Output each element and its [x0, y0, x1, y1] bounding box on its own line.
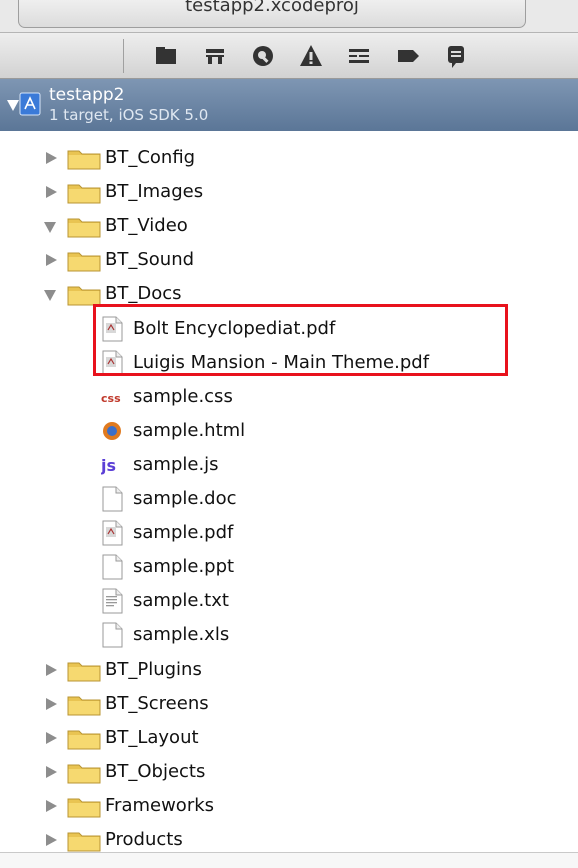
folder-row-bt-images[interactable]: BT_Images — [0, 175, 578, 209]
file-label: sample.pdf — [133, 522, 234, 544]
disclosure-triangle-icon[interactable] — [46, 663, 57, 676]
disclosure-triangle-icon[interactable] — [46, 152, 57, 164]
project-subtitle: 1 target, iOS SDK 5.0 — [49, 106, 209, 124]
file-label: sample.js — [133, 453, 219, 475]
folder-label: BT_Images — [105, 181, 204, 203]
file-row-sample-pdf[interactable]: sample.pdf — [0, 516, 578, 550]
file-row-sample-html[interactable]: sample.html — [0, 414, 578, 448]
file-row-sample-xls[interactable]: sample.xls — [0, 618, 578, 652]
disclosure-triangle-icon[interactable] — [44, 222, 56, 234]
xcode-project-icon — [19, 92, 41, 116]
folder-row-bt-video[interactable]: BT_Video — [0, 209, 578, 243]
breakpoint-navigator-icon[interactable] — [395, 43, 421, 69]
folder-label: BT_Config — [105, 147, 196, 168]
folder-icon — [67, 216, 101, 238]
folder-icon — [67, 762, 101, 784]
navigator-bottom-bar — [0, 852, 578, 868]
file-row-sample-js[interactable]: js sample.js — [0, 448, 578, 482]
folder-row-bt-config[interactable]: BT_Config — [0, 141, 578, 175]
folder-icon — [67, 250, 101, 272]
project-row[interactable]: testapp2 1 target, iOS SDK 5.0 — [0, 79, 578, 131]
file-label: sample.xls — [133, 624, 230, 646]
file-row-sample-css[interactable]: css sample.css — [0, 380, 578, 414]
search-navigator-icon[interactable] — [250, 43, 276, 69]
pdf-file-icon — [101, 520, 123, 546]
svg-text:js: js — [101, 456, 116, 475]
file-row-sample-ppt[interactable]: sample.ppt — [0, 550, 578, 584]
folder-icon — [67, 796, 101, 818]
js-file-icon: js — [100, 452, 123, 478]
disclosure-triangle-icon[interactable] — [46, 254, 57, 267]
file-row-sample-doc[interactable]: sample.doc — [0, 482, 578, 516]
file-row-sample-txt[interactable]: sample.txt — [0, 584, 578, 618]
folder-row-bt-objects[interactable]: BT_Objects — [0, 755, 578, 789]
html-file-icon — [101, 418, 123, 444]
svg-text:css: css — [101, 392, 121, 405]
folder-row-bt-sound[interactable]: BT_Sound — [0, 243, 578, 277]
css-file-icon: css — [101, 384, 123, 410]
disclosure-triangle-icon[interactable] — [44, 290, 56, 302]
debug-navigator-icon[interactable] — [346, 43, 372, 69]
disclosure-triangle-icon[interactable] — [46, 697, 57, 710]
folder-row-bt-plugins[interactable]: BT_Plugins — [0, 653, 578, 687]
disclosure-triangle-icon[interactable] — [46, 834, 57, 846]
window-title-bar: testapp2.xcodeproj — [0, 0, 578, 32]
folder-label: BT_Plugins — [105, 658, 202, 680]
disclosure-triangle-icon[interactable] — [7, 100, 19, 111]
file-label: sample.ppt — [133, 556, 235, 578]
folder-row-bt-layout[interactable]: BT_Layout — [0, 721, 578, 755]
folder-label: BT_Sound — [105, 249, 195, 271]
folder-icon — [67, 830, 101, 852]
log-navigator-icon[interactable] — [443, 43, 469, 69]
file-label: sample.html — [133, 419, 246, 441]
folder-label: Frameworks — [105, 794, 215, 816]
folder-label: BT_Docs — [105, 283, 182, 305]
window-title: testapp2.xcodeproj — [185, 0, 359, 16]
folder-icon — [67, 182, 101, 204]
project-navigator-icon[interactable] — [153, 43, 179, 69]
folder-label: Products — [105, 829, 183, 850]
blank-file-icon — [101, 622, 123, 648]
txt-file-icon — [101, 588, 123, 614]
file-label: sample.doc — [133, 488, 237, 509]
folder-label: BT_Video — [105, 215, 188, 237]
folder-label: BT_Objects — [105, 760, 206, 782]
blank-file-icon — [101, 554, 123, 580]
folder-icon — [67, 660, 101, 682]
navigator-toolbar — [0, 32, 578, 79]
folder-row-frameworks[interactable]: Frameworks — [0, 789, 578, 823]
folder-label: BT_Screens — [105, 692, 209, 714]
folder-icon — [67, 728, 101, 750]
folder-row-bt-screens[interactable]: BT_Screens — [0, 687, 578, 721]
toolbar-divider — [123, 39, 124, 73]
disclosure-triangle-icon[interactable] — [46, 731, 57, 744]
disclosure-triangle-icon[interactable] — [46, 186, 57, 199]
file-label: sample.css — [133, 385, 233, 407]
folder-label: BT_Layout — [105, 726, 199, 748]
blank-file-icon — [101, 486, 123, 512]
disclosure-triangle-icon[interactable] — [46, 765, 57, 778]
project-name: testapp2 — [49, 85, 125, 105]
disclosure-triangle-icon[interactable] — [46, 799, 57, 812]
title-tab[interactable]: testapp2.xcodeproj — [18, 0, 526, 28]
highlight-annotation-box — [93, 304, 508, 376]
folder-icon — [67, 148, 101, 170]
symbol-navigator-icon[interactable] — [202, 43, 228, 69]
issue-navigator-icon[interactable] — [298, 43, 324, 69]
file-label: sample.txt — [133, 590, 229, 612]
folder-icon — [67, 694, 101, 716]
